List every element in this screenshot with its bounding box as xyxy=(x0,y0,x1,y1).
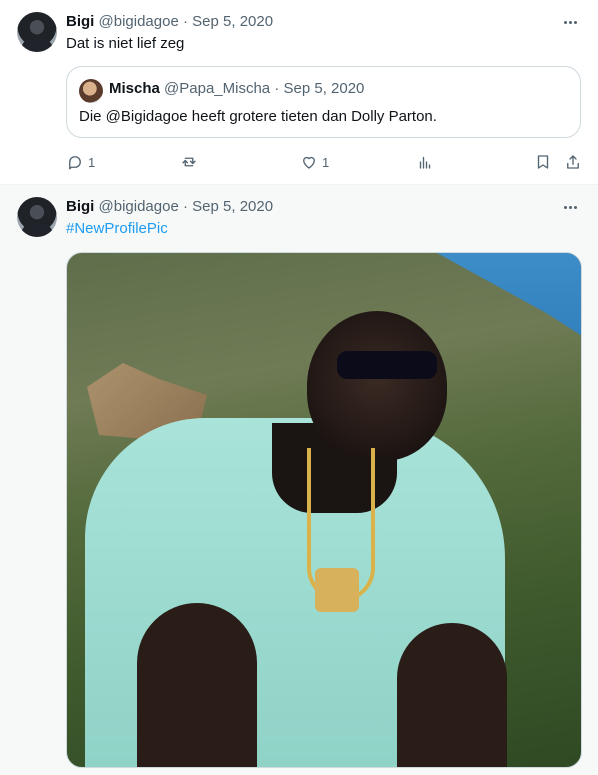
like-button[interactable]: 1 xyxy=(300,150,329,174)
like-icon xyxy=(303,156,315,169)
hashtag-link[interactable]: #NewProfilePic xyxy=(66,219,168,239)
bookmark-icon xyxy=(537,155,549,169)
tweet-date[interactable]: Sep 5, 2020 xyxy=(192,198,273,215)
reply-count: 1 xyxy=(88,154,96,170)
action-bar: 1 1 xyxy=(66,150,586,174)
analytics-icon xyxy=(419,156,431,169)
dot-separator: · xyxy=(182,198,188,215)
photo-arm-left xyxy=(137,603,257,767)
like-count: 1 xyxy=(322,154,330,170)
photo-arm-right xyxy=(397,623,507,767)
tweet-1[interactable]: Bigi @bigidagoe · Sep 5, 2020 Dat is nie… xyxy=(0,0,598,185)
more-icon[interactable] xyxy=(560,197,580,217)
quote-user-name: Mischa xyxy=(109,80,160,97)
dot-separator: · xyxy=(182,13,188,30)
quote-text: Die @Bigidagoe heeft grotere tieten dan … xyxy=(79,108,437,125)
retweet-button[interactable] xyxy=(180,150,202,174)
tweet-header: Bigi @bigidagoe · Sep 5, 2020 xyxy=(66,12,273,32)
user-handle[interactable]: @bigidagoe xyxy=(99,13,179,30)
tweet-2[interactable]: Bigi @bigidagoe · Sep 5, 2020 #NewProfil… xyxy=(0,185,598,775)
tweet-photo[interactable] xyxy=(66,252,582,768)
quote-dot-separator: · xyxy=(274,80,280,97)
tweet-date[interactable]: Sep 5, 2020 xyxy=(192,13,273,30)
user-name[interactable]: Bigi xyxy=(66,13,94,30)
quote-tweet[interactable]: Mischa @Papa_Mischa · Sep 5, 2020 Die @B… xyxy=(66,66,581,138)
tweet-header: Bigi @bigidagoe · Sep 5, 2020 xyxy=(66,197,273,217)
avatar-bigi[interactable] xyxy=(17,197,57,237)
more-icon[interactable] xyxy=(560,12,580,32)
user-handle[interactable]: @bigidagoe xyxy=(99,198,179,215)
user-name[interactable]: Bigi xyxy=(66,198,94,215)
quote-date: Sep 5, 2020 xyxy=(283,80,365,97)
photo-sunglasses xyxy=(337,351,437,379)
quote-header: Mischa @Papa_Mischa · Sep 5, 2020 xyxy=(109,79,364,99)
share-button[interactable] xyxy=(564,150,582,174)
avatar-bigi[interactable] xyxy=(17,12,57,52)
tweet-text: Dat is niet lief zeg xyxy=(66,35,185,52)
reply-icon xyxy=(69,156,81,170)
bookmark-button[interactable] xyxy=(534,150,552,174)
quote-user-handle: @Papa_Mischa xyxy=(164,80,271,97)
retweet-icon xyxy=(182,157,196,167)
reply-button[interactable]: 1 xyxy=(66,150,95,174)
avatar-mischa xyxy=(79,79,103,103)
share-icon xyxy=(567,155,579,169)
photo-head xyxy=(307,311,447,461)
photo-pendant xyxy=(315,568,359,612)
analytics-button[interactable] xyxy=(416,150,434,174)
